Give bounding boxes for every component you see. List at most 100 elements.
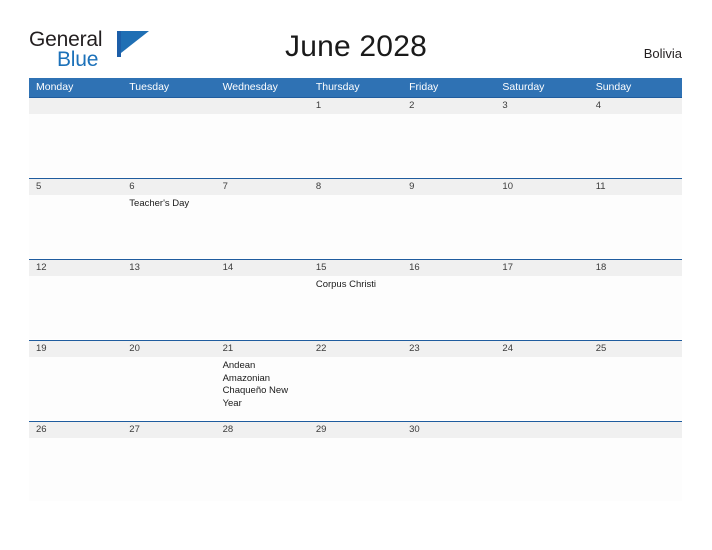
- day-number[interactable]: 11: [589, 179, 682, 195]
- day-number[interactable]: 22: [309, 341, 402, 357]
- day-number[interactable]: 19: [29, 341, 122, 357]
- day-cell[interactable]: [495, 438, 588, 501]
- day-cell[interactable]: [402, 357, 495, 420]
- day-number[interactable]: 27: [122, 422, 215, 438]
- day-cell[interactable]: [589, 276, 682, 339]
- day-cell[interactable]: [402, 195, 495, 258]
- week-date-band: 5 6 7 8 9 10 11: [29, 178, 682, 195]
- day-number[interactable]: [122, 98, 215, 114]
- day-cell[interactable]: Andean Amazonian Chaqueño New Year: [216, 357, 309, 420]
- country-label: Bolivia: [643, 46, 682, 61]
- day-number[interactable]: [29, 98, 122, 114]
- weekday-header-tuesday: Tuesday: [129, 81, 170, 93]
- day-cell[interactable]: [309, 438, 402, 501]
- day-cell[interactable]: [495, 357, 588, 420]
- weekday-header-saturday: Saturday: [502, 81, 545, 93]
- weekday-header-sunday: Sunday: [595, 81, 632, 93]
- weekday-header-friday: Friday: [409, 81, 439, 93]
- day-cell[interactable]: [216, 195, 309, 258]
- week-event-band: Corpus Christi: [29, 276, 682, 339]
- day-number[interactable]: 3: [495, 98, 588, 114]
- week-event-band: Teacher's Day: [29, 195, 682, 258]
- event-label: Teacher's Day: [129, 198, 190, 209]
- day-number[interactable]: 17: [495, 260, 588, 276]
- day-number[interactable]: 20: [122, 341, 215, 357]
- week-row: 5 6 7 8 9 10 11 Teacher's Day: [29, 178, 682, 259]
- day-cell[interactable]: [29, 195, 122, 258]
- day-cell[interactable]: [589, 195, 682, 258]
- week-date-band: 19 20 21 22 23 24 25: [29, 340, 682, 357]
- week-row: 19 20 21 22 23 24 25 Andean Amazonian Ch…: [29, 340, 682, 421]
- day-number[interactable]: 21: [216, 341, 309, 357]
- day-number[interactable]: [216, 98, 309, 114]
- week-row: 12 13 14 15 16 17 18 Corpus Christi: [29, 259, 682, 340]
- day-cell[interactable]: [589, 438, 682, 501]
- day-cell[interactable]: [216, 114, 309, 177]
- day-cell[interactable]: [495, 114, 588, 177]
- day-cell[interactable]: [29, 276, 122, 339]
- day-number[interactable]: 5: [29, 179, 122, 195]
- day-number[interactable]: 18: [589, 260, 682, 276]
- day-number[interactable]: 25: [589, 341, 682, 357]
- day-cell[interactable]: [495, 276, 588, 339]
- day-number[interactable]: 7: [216, 179, 309, 195]
- day-number[interactable]: 8: [309, 179, 402, 195]
- event-label: Corpus Christi: [315, 279, 377, 290]
- calendar-grid: Monday Tuesday Wednesday Thursday Friday…: [29, 78, 682, 502]
- day-number[interactable]: 13: [122, 260, 215, 276]
- day-cell[interactable]: [216, 438, 309, 501]
- week-date-band: 12 13 14 15 16 17 18: [29, 259, 682, 276]
- day-number[interactable]: [495, 422, 588, 438]
- day-number[interactable]: 14: [216, 260, 309, 276]
- week-date-band: 26 27 28 29 30: [29, 421, 682, 438]
- day-number[interactable]: 4: [589, 98, 682, 114]
- day-number[interactable]: 12: [29, 260, 122, 276]
- day-number[interactable]: 29: [309, 422, 402, 438]
- day-number[interactable]: 1: [309, 98, 402, 114]
- day-number[interactable]: 6: [122, 179, 215, 195]
- day-cell[interactable]: [122, 357, 215, 420]
- day-cell[interactable]: [122, 276, 215, 339]
- day-number[interactable]: 23: [402, 341, 495, 357]
- day-cell[interactable]: [309, 114, 402, 177]
- calendar-page: General Blue June 2028 Bolivia Monday Tu…: [0, 0, 712, 550]
- page-title: June 2028: [285, 30, 427, 63]
- day-cell[interactable]: Corpus Christi: [309, 276, 402, 339]
- week-event-band: [29, 114, 682, 177]
- day-number[interactable]: 9: [402, 179, 495, 195]
- day-number[interactable]: 16: [402, 260, 495, 276]
- day-cell[interactable]: [402, 438, 495, 501]
- week-event-band: Andean Amazonian Chaqueño New Year: [29, 357, 682, 420]
- week-event-band: [29, 438, 682, 501]
- day-cell[interactable]: [402, 114, 495, 177]
- page-header: General Blue June 2028 Bolivia: [0, 0, 712, 75]
- weekday-header-wednesday: Wednesday: [222, 81, 278, 93]
- day-cell[interactable]: [309, 357, 402, 420]
- weekday-header-monday: Monday: [36, 81, 74, 93]
- day-cell[interactable]: [29, 114, 122, 177]
- day-number[interactable]: 30: [402, 422, 495, 438]
- day-cell[interactable]: [122, 438, 215, 501]
- day-number[interactable]: [589, 422, 682, 438]
- day-number[interactable]: 26: [29, 422, 122, 438]
- day-cell[interactable]: [309, 195, 402, 258]
- day-number[interactable]: 10: [495, 179, 588, 195]
- week-row: 1 2 3 4: [29, 97, 682, 178]
- day-cell[interactable]: [589, 114, 682, 177]
- day-cell[interactable]: [122, 114, 215, 177]
- day-cell[interactable]: [29, 357, 122, 420]
- day-cell[interactable]: [495, 195, 588, 258]
- day-number[interactable]: 2: [402, 98, 495, 114]
- day-number[interactable]: 28: [216, 422, 309, 438]
- day-cell[interactable]: [216, 276, 309, 339]
- day-number[interactable]: 15: [309, 260, 402, 276]
- day-number[interactable]: 24: [495, 341, 588, 357]
- day-cell[interactable]: Teacher's Day: [122, 195, 215, 258]
- day-cell[interactable]: [402, 276, 495, 339]
- week-date-band: 1 2 3 4: [29, 97, 682, 114]
- weekday-header-row: Monday Tuesday Wednesday Thursday Friday…: [29, 78, 682, 97]
- day-cell[interactable]: [29, 438, 122, 501]
- day-cell[interactable]: [589, 357, 682, 420]
- weekday-header-thursday: Thursday: [315, 81, 360, 93]
- event-label: Andean Amazonian Chaqueño New Year: [222, 360, 289, 409]
